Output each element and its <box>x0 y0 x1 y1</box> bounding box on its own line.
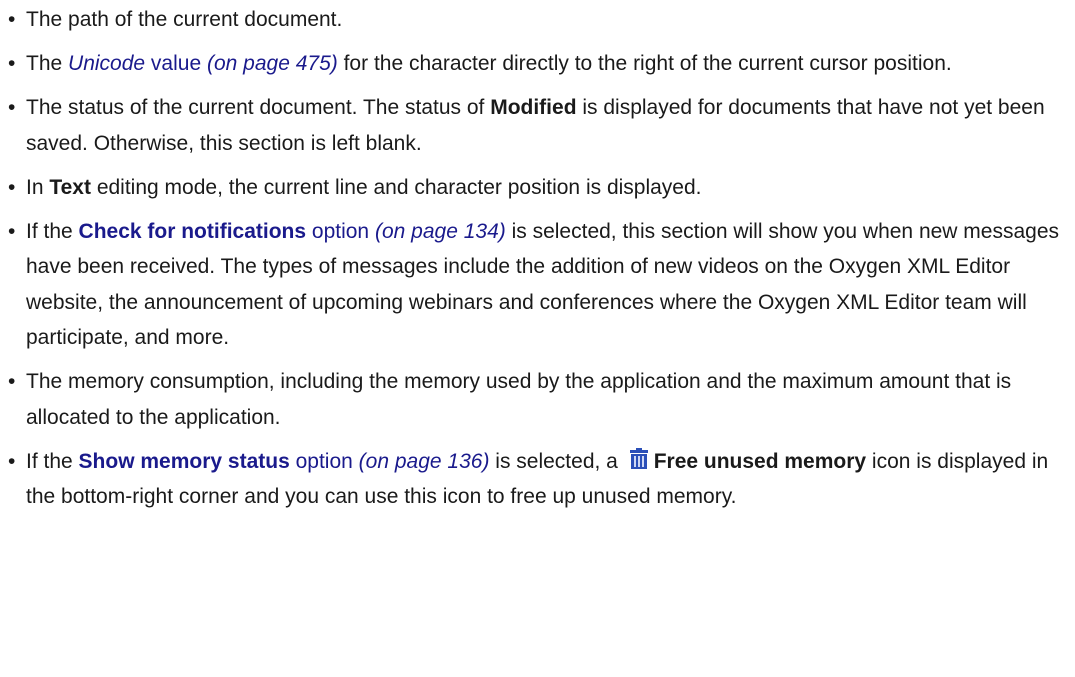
text-mode-term: Text <box>49 175 91 199</box>
item-text-pre: If the <box>26 449 79 473</box>
list-item: The memory consumption, including the me… <box>8 364 1070 435</box>
page-reference-link[interactable]: (on page 475) <box>207 52 338 75</box>
item-text-pre: The <box>26 52 69 75</box>
free-unused-memory-term: Free unused memory <box>653 449 867 473</box>
item-text-post: for the character directly to the right … <box>337 52 952 75</box>
page-reference-link[interactable]: (on page 134) <box>375 220 506 243</box>
status-bar-info-list: The path of the current document. The Un… <box>8 2 1070 523</box>
list-item: In Text editing mode, the current line a… <box>8 170 1070 206</box>
document-page: The path of the current document. The Un… <box>0 0 1075 677</box>
unicode-link-rest: value <box>145 52 202 75</box>
list-item: The Unicode value (on page 475) for the … <box>8 46 1070 82</box>
modified-term: Modified <box>490 96 577 119</box>
list-item: If the Show memory status option (on pag… <box>8 444 1070 515</box>
check-notifications-link[interactable]: Check for notifications option <box>79 220 370 243</box>
list-item: The status of the current document. The … <box>8 90 1070 161</box>
unicode-link[interactable]: Unicode value <box>68 52 201 75</box>
unicode-link-word: Unicode <box>68 52 146 75</box>
show-memory-status-rest: option <box>289 449 353 473</box>
list-item: If the Check for notifications option (o… <box>8 214 1070 356</box>
trash-icon <box>628 446 650 469</box>
check-notifications-rest: option <box>306 219 370 243</box>
check-notifications-label: Check for notifications <box>78 219 307 243</box>
item-text-mid: is selected, a <box>489 449 624 473</box>
item-text: The memory consumption, including the me… <box>26 370 1012 429</box>
item-text-post: editing mode, the current line and chara… <box>90 175 702 199</box>
list-item: The path of the current document. <box>8 2 1070 38</box>
item-text-pre: The status of the current document. The … <box>26 96 491 119</box>
show-memory-status-label: Show memory status <box>78 449 290 473</box>
show-memory-status-link[interactable]: Show memory status option <box>79 450 353 473</box>
item-text-pre: In <box>26 175 50 199</box>
page-reference-link[interactable]: (on page 136) <box>359 450 490 473</box>
item-text: The path of the current document. <box>26 8 343 31</box>
item-text-pre: If the <box>26 219 79 243</box>
